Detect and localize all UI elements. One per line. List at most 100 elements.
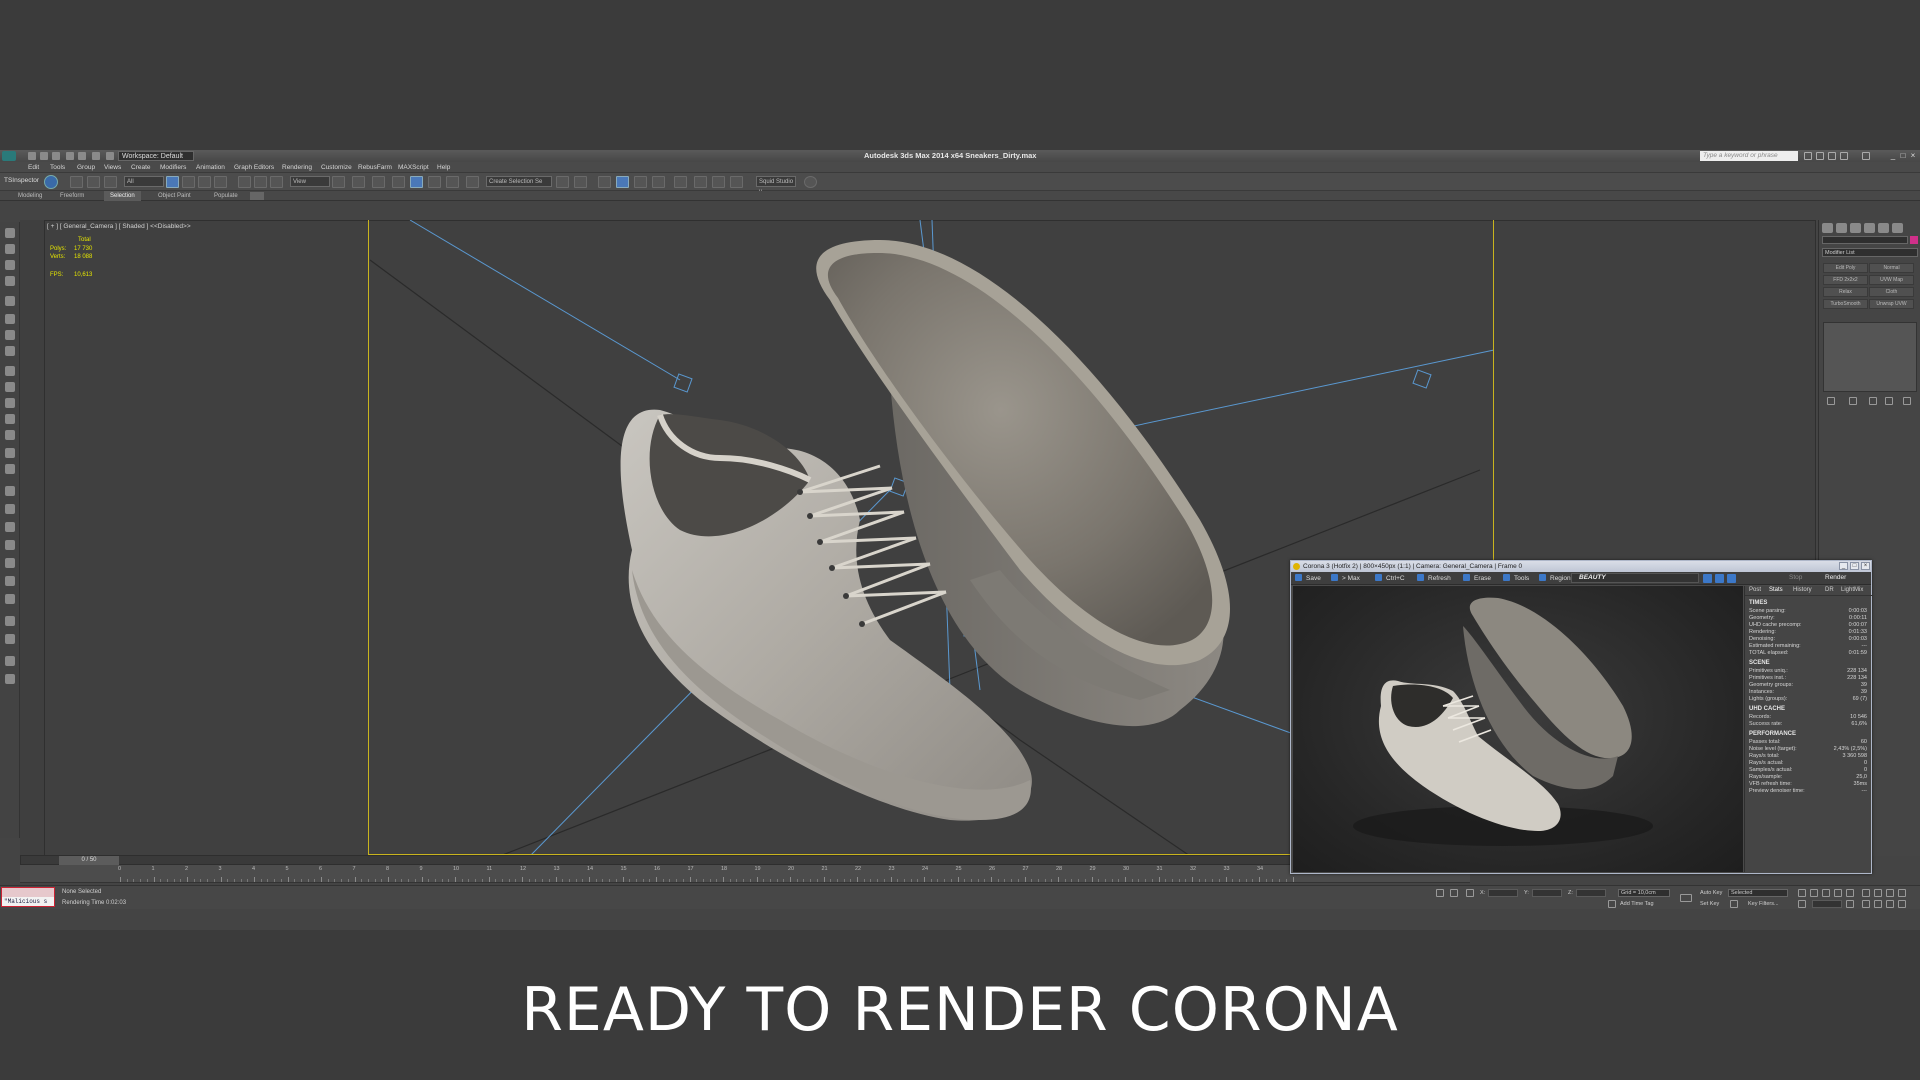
vfb-to-max-button[interactable]: > Max: [1331, 574, 1360, 583]
vfb-stop-button[interactable]: Stop: [1789, 574, 1802, 581]
modifier-button[interactable]: Edit Poly: [1823, 263, 1868, 273]
remove-modifier-icon[interactable]: [1885, 397, 1893, 405]
isolate-selection-icon[interactable]: [1436, 889, 1444, 897]
vfb-save-button[interactable]: Save: [1295, 574, 1321, 583]
vfb-tab-history[interactable]: History: [1793, 587, 1812, 593]
help-circle-icon[interactable]: [5, 674, 15, 684]
object-color-swatch[interactable]: [1910, 236, 1918, 244]
selection-lock-icon[interactable]: [1450, 889, 1458, 897]
grid-icon[interactable]: [5, 634, 15, 644]
zoom-out-icon[interactable]: [1715, 574, 1724, 583]
go-to-end-icon[interactable]: [1846, 889, 1854, 897]
new-file-icon[interactable]: [28, 152, 36, 160]
menu-customize[interactable]: Customize: [321, 163, 352, 172]
snaps-toggle-icon[interactable]: [392, 176, 405, 188]
modifier-list-dropdown[interactable]: Modifier List: [1822, 248, 1918, 257]
maximize-icon[interactable]: □: [1898, 151, 1908, 161]
current-frame-field[interactable]: [1812, 900, 1842, 908]
move-icon[interactable]: [238, 176, 251, 188]
zoom-icon[interactable]: [1862, 889, 1870, 897]
box-icon[interactable]: [5, 366, 15, 376]
pan-view-icon[interactable]: [1874, 900, 1882, 908]
zoom-fit-icon[interactable]: [1727, 574, 1736, 583]
select-object-icon[interactable]: [166, 176, 179, 188]
time-tag-icon[interactable]: [1608, 900, 1616, 908]
menu-rendering[interactable]: Rendering: [282, 163, 312, 172]
modifier-button[interactable]: TurboSmooth: [1823, 299, 1868, 309]
connect-icon[interactable]: [5, 314, 15, 324]
mirror-icon[interactable]: [556, 176, 569, 188]
utilities-tab-icon[interactable]: [1892, 223, 1903, 233]
vfb-refresh-button[interactable]: Refresh: [1417, 574, 1451, 583]
tree-icon[interactable]: [5, 558, 15, 568]
object-name-field[interactable]: [1822, 236, 1908, 244]
cloth-icon[interactable]: [5, 330, 15, 340]
tab-modeling[interactable]: Modeling: [12, 191, 48, 201]
project-folder-icon[interactable]: [92, 152, 100, 160]
material-editor-icon[interactable]: [674, 176, 687, 188]
key-icon[interactable]: [1680, 894, 1692, 902]
material-icon[interactable]: [5, 464, 15, 474]
zoom-all-icon[interactable]: [1874, 889, 1882, 897]
scale-icon[interactable]: [270, 176, 283, 188]
next-frame-icon[interactable]: [1834, 889, 1842, 897]
absolute-mode-icon[interactable]: [1466, 889, 1474, 897]
modifier-stack-view[interactable]: [1823, 322, 1917, 392]
modifier-button[interactable]: Relax: [1823, 287, 1868, 297]
favorites-star-icon[interactable]: [1840, 152, 1848, 160]
render-production-icon[interactable]: [730, 176, 743, 188]
named-selection-dropdown[interactable]: Create Selection Se: [486, 176, 552, 187]
squid-studio-dropdown[interactable]: Squid Studio v: [756, 176, 796, 195]
angle-snap-icon[interactable]: [410, 176, 423, 188]
configure-modifier-sets-icon[interactable]: [1903, 397, 1911, 405]
vfb-maximize-icon[interactable]: □: [1850, 562, 1859, 570]
particle-icon[interactable]: [5, 346, 15, 356]
selection-region-icon[interactable]: [198, 176, 211, 188]
menu-maxscript[interactable]: MAXScript: [398, 163, 429, 172]
vfb-region-button[interactable]: Region: [1539, 574, 1571, 583]
unlink-icon[interactable]: [87, 176, 100, 188]
zoom-in-icon[interactable]: [1703, 574, 1712, 583]
make-unique-icon[interactable]: [1869, 397, 1877, 405]
time-slider-thumb[interactable]: 0 / 50: [59, 856, 119, 865]
close-icon[interactable]: ×: [1908, 151, 1918, 161]
vfb-close-icon[interactable]: ×: [1861, 562, 1870, 570]
go-to-start-icon[interactable]: [1798, 889, 1806, 897]
hair-icon[interactable]: [5, 504, 15, 514]
vfb-tab-stats[interactable]: Stats: [1769, 587, 1783, 593]
time-slider[interactable]: 0 / 50: [20, 855, 1470, 865]
ball-icon[interactable]: [5, 616, 15, 626]
teapot-icon[interactable]: [5, 296, 15, 306]
layer-icon[interactable]: [5, 260, 15, 270]
selection-filter-dropdown[interactable]: All: [124, 176, 164, 187]
z-coordinate-field[interactable]: [1576, 889, 1606, 897]
light-icon[interactable]: [5, 430, 15, 440]
keyword-search-input[interactable]: Type a keyword or phrase: [1700, 151, 1798, 161]
menu-group[interactable]: Group: [77, 163, 95, 172]
schematic-view-icon[interactable]: [652, 176, 665, 188]
y-coordinate-field[interactable]: [1532, 889, 1562, 897]
vfb-erase-button[interactable]: Erase: [1463, 574, 1491, 583]
percent-snap-icon[interactable]: [428, 176, 441, 188]
menu-animation[interactable]: Animation: [196, 163, 225, 172]
vfb-render-button[interactable]: Render: [1825, 574, 1846, 581]
tab-populate[interactable]: Populate: [208, 191, 244, 201]
list-icon[interactable]: [5, 276, 15, 286]
modify-tab-icon[interactable]: [1836, 223, 1847, 233]
layer-manager-icon[interactable]: [598, 176, 611, 188]
modifier-button[interactable]: UVW Map: [1869, 275, 1914, 285]
x-coordinate-field[interactable]: [1488, 889, 1518, 897]
menu-rebusfarm[interactable]: RebusFarm: [358, 163, 392, 172]
hierarchy-tab-icon[interactable]: [1850, 223, 1861, 233]
menu-tools[interactable]: Tools: [50, 163, 65, 172]
track-bar[interactable]: 0 1 2 3 4 5 6 7 8 9 10 11 12 13 14 15 16 17 18 19 20 21 22 23 24…: [20, 865, 1470, 883]
modifier-button[interactable]: Unwrap UVW: [1869, 299, 1914, 309]
camera-icon[interactable]: [5, 522, 15, 532]
refresh-icon[interactable]: [804, 176, 817, 188]
orbit-icon[interactable]: [1886, 900, 1894, 908]
bind-space-warp-icon[interactable]: [104, 176, 117, 188]
sun-icon[interactable]: [5, 448, 15, 458]
menu-modifiers[interactable]: Modifiers: [160, 163, 186, 172]
subscription-icon[interactable]: [1816, 152, 1824, 160]
modifier-button[interactable]: Cloth: [1869, 287, 1914, 297]
